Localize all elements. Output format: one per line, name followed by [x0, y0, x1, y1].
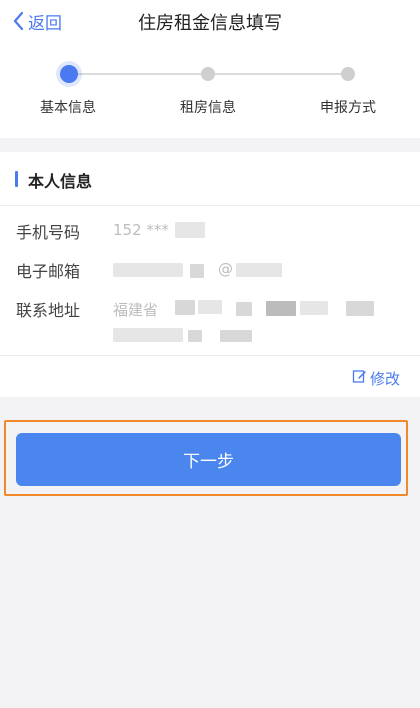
- redaction-mask: [236, 263, 282, 277]
- page-title: 住房租金信息填写: [138, 13, 282, 34]
- redaction-mask: [113, 328, 183, 342]
- address-label: 联系地址: [16, 301, 81, 320]
- address-value: 福建省: [113, 301, 159, 319]
- section-header: 本人信息: [0, 152, 420, 206]
- email-label: 电子邮箱: [16, 262, 81, 281]
- redaction-mask: [175, 222, 205, 238]
- step-indicator-2: [201, 67, 215, 81]
- email-value: @: [218, 260, 233, 278]
- personal-info-card: 本人信息 手机号码 152 *** 电子邮箱 @ 联系地址 福建省 修改: [0, 152, 420, 397]
- step-connector: [214, 73, 348, 75]
- divider: [0, 355, 420, 356]
- edit-icon: [352, 369, 367, 388]
- progress-stepper: 基本信息 租房信息 申报方式: [0, 42, 420, 138]
- step-indicator-3: [341, 67, 355, 81]
- step-label-1: 基本信息: [40, 100, 96, 116]
- phone-label: 手机号码: [16, 223, 81, 242]
- section-accent-bar: [15, 171, 18, 187]
- step-indicator-1: [60, 65, 78, 83]
- redaction-mask: [188, 330, 202, 342]
- redaction-mask: [236, 302, 252, 316]
- redaction-mask: [113, 263, 183, 277]
- redaction-mask: [266, 301, 296, 316]
- redaction-mask: [300, 301, 328, 315]
- edit-button[interactable]: 修改: [352, 368, 400, 389]
- redaction-mask: [175, 300, 195, 315]
- next-step-button[interactable]: 下一步: [16, 433, 401, 486]
- phone-value: 152 ***: [113, 221, 169, 239]
- step-label-2: 租房信息: [180, 100, 236, 116]
- section-title: 本人信息: [28, 172, 93, 191]
- nav-bar: 返回 住房租金信息填写: [0, 0, 420, 42]
- step-label-3: 申报方式: [320, 100, 376, 116]
- edit-label: 修改: [369, 370, 400, 388]
- redaction-mask: [198, 300, 222, 314]
- redaction-mask: [220, 330, 252, 342]
- step-connector: [72, 73, 208, 75]
- redaction-mask: [190, 264, 204, 278]
- redaction-mask: [346, 301, 374, 316]
